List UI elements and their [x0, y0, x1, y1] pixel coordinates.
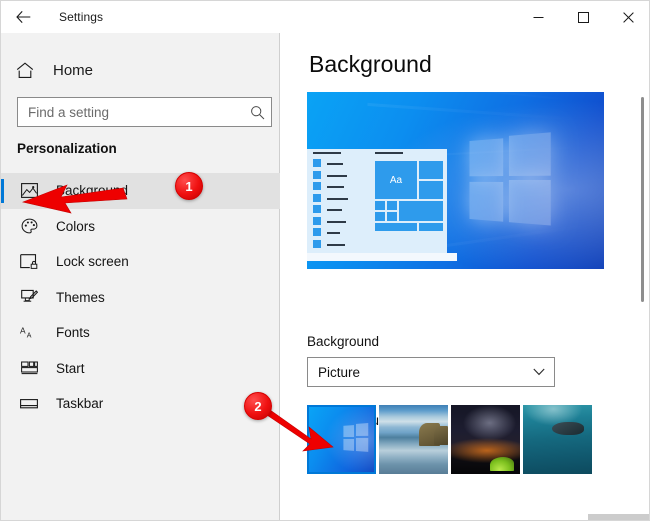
- sidebar-item-background[interactable]: Background: [1, 173, 280, 209]
- search-box[interactable]: [17, 97, 272, 127]
- content-scrollbar[interactable]: [635, 33, 649, 520]
- page-title: Background: [309, 51, 432, 77]
- home-icon: [16, 61, 38, 79]
- sidebar-item-label: Themes: [56, 289, 105, 305]
- maximize-icon: [578, 11, 589, 23]
- sidebar: Home Personalization: [1, 33, 280, 520]
- sidebar-item-label: Background: [56, 183, 129, 199]
- sidebar-item-label: Colors: [56, 218, 96, 234]
- thumbnail-night-sky[interactable]: [451, 405, 520, 474]
- windows-logo: [469, 132, 551, 226]
- background-label: Background: [307, 334, 380, 349]
- chevron-down-icon: [524, 368, 554, 376]
- image-icon: [19, 181, 39, 201]
- start-menu-preview: Aa: [307, 149, 457, 261]
- start-icon: [19, 358, 39, 378]
- settings-window: Settings Home Find a setting Personaliza…: [0, 0, 650, 521]
- sidebar-item-label: Start: [56, 360, 85, 376]
- thumbnail-beach-rock[interactable]: [379, 405, 448, 474]
- section-header-personalization: Personalization: [17, 141, 117, 156]
- sidebar-item-colors[interactable]: Colors: [1, 209, 280, 245]
- home-label: Home: [53, 61, 94, 79]
- fonts-icon: A A: [19, 323, 39, 343]
- window-title: Settings: [59, 10, 104, 24]
- picture-thumbnail-list: [307, 405, 592, 474]
- palette-icon: [19, 216, 39, 236]
- background-type-value: Picture: [318, 364, 361, 380]
- tile-label: Aa: [375, 161, 417, 199]
- themes-icon: [19, 287, 39, 307]
- close-button[interactable]: [606, 1, 649, 33]
- svg-text:A: A: [26, 333, 31, 340]
- taskbar-icon: [19, 394, 39, 414]
- close-icon: [623, 11, 634, 23]
- back-button[interactable]: [1, 1, 45, 33]
- sidebar-item-lock-screen[interactable]: Lock screen: [1, 244, 280, 280]
- maximize-button[interactable]: [561, 1, 606, 33]
- sidebar-item-fonts[interactable]: A A Fonts: [1, 315, 280, 351]
- back-arrow-icon: [15, 11, 30, 23]
- search-input[interactable]: [18, 104, 243, 120]
- lock-screen-icon: [19, 252, 39, 272]
- svg-text:A: A: [20, 326, 26, 336]
- minimize-icon: [533, 16, 544, 18]
- start-menu-app-list: [313, 159, 345, 251]
- sidebar-item-themes[interactable]: Themes: [1, 280, 280, 316]
- sidebar-item-home[interactable]: Home: [1, 53, 280, 87]
- sidebar-nav: Background Colors Lock screen Themes A A…: [1, 173, 280, 422]
- sidebar-item-taskbar[interactable]: Taskbar: [1, 386, 280, 422]
- sidebar-item-label: Fonts: [56, 325, 90, 341]
- thumbnail-windows-hero[interactable]: [307, 405, 376, 474]
- sidebar-item-label: Lock screen: [56, 254, 129, 270]
- title-bar: Settings: [1, 1, 649, 33]
- search-icon[interactable]: [243, 98, 271, 126]
- sidebar-item-label: Taskbar: [56, 396, 104, 412]
- background-type-select[interactable]: Picture: [307, 357, 555, 387]
- scrollbar-thumb[interactable]: [641, 97, 644, 302]
- sidebar-item-start[interactable]: Start: [1, 351, 280, 387]
- window-controls: [516, 1, 649, 33]
- desktop-preview: Aa: [307, 92, 604, 269]
- minimize-button[interactable]: [516, 1, 561, 33]
- thumbnail-underwater[interactable]: [523, 405, 592, 474]
